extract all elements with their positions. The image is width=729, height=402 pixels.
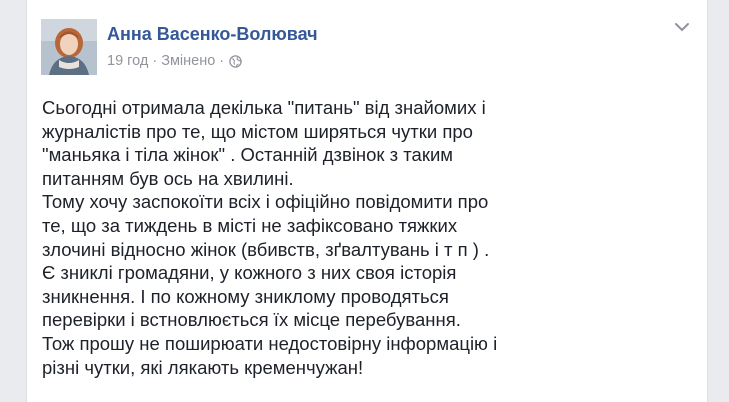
globe-icon[interactable] [229,54,242,68]
post-paragraph: Сьогодні отримала декілька "питань" від … [42,97,486,189]
chevron-down-icon[interactable] [673,20,691,34]
post-meta: 19 год · Змінено · [107,53,242,69]
post-timestamp[interactable]: 19 год [107,53,148,69]
edited-link[interactable]: Змінено [161,53,215,69]
meta-separator: · [219,53,225,69]
post-paragraph: Тож прошу не поширюати недостовірну інфо… [42,332,498,378]
post-card: Анна Васенко-Волювач 19 год · Змінено · … [26,0,708,402]
post-paragraph: Є зниклі громадяни, у кожного з них своя… [42,262,461,331]
avatar-photo [41,19,97,75]
page-gutter [708,0,729,402]
post-paragraph: Тому хочу заспокоїти всіх і офіційно пов… [42,191,490,260]
author-name[interactable]: Анна Васенко-Волювач [107,24,318,45]
post-text: Сьогодні отримала декілька "питань" від … [42,96,512,379]
meta-separator: · [152,53,158,69]
author-avatar[interactable] [41,19,97,75]
